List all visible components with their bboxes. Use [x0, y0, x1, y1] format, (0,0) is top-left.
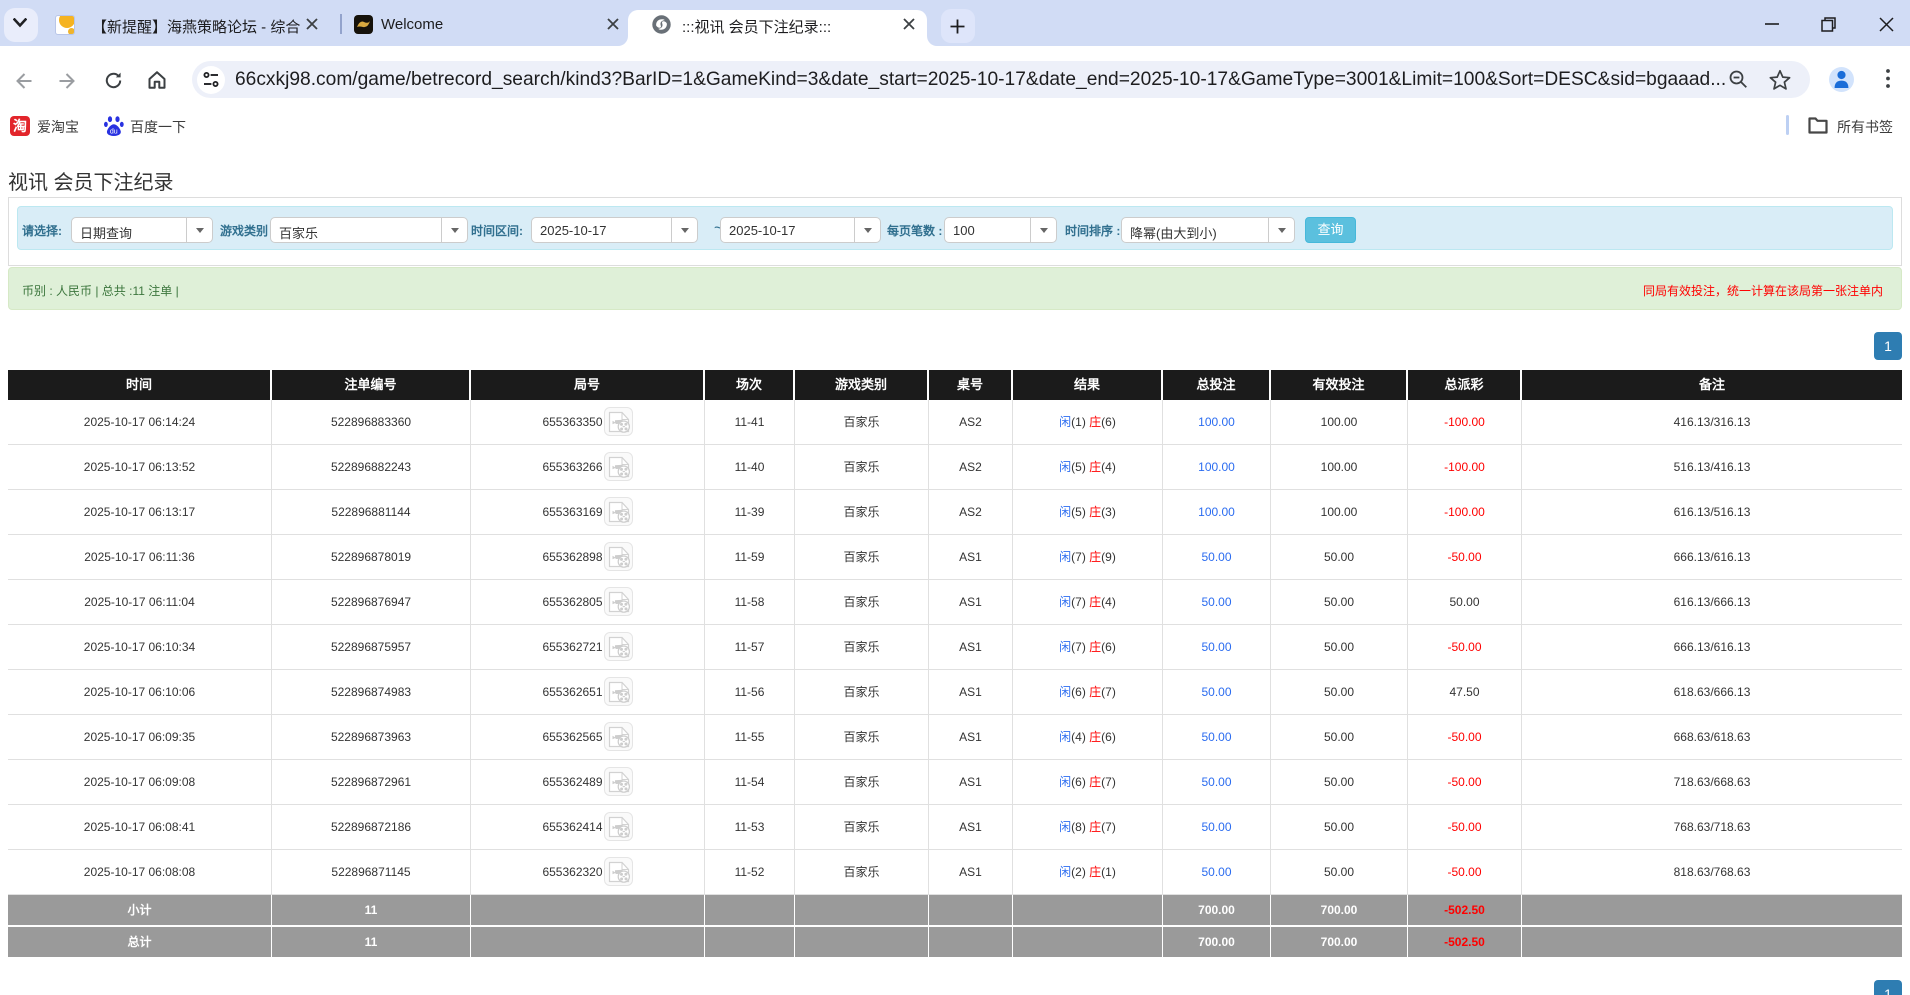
- svg-text:du: du: [110, 129, 118, 136]
